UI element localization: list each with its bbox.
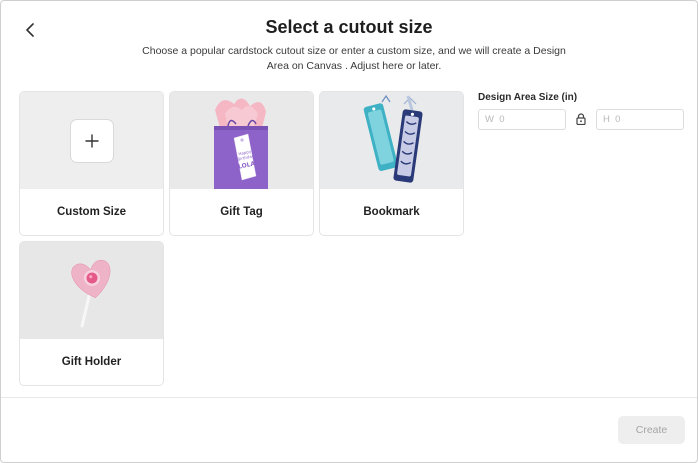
gift-tag-image: Happy Birthday LOLA bbox=[170, 92, 313, 189]
card-label: Gift Tag bbox=[220, 206, 263, 218]
dialog-subtitle: Choose a popular cardstock cutout size o… bbox=[142, 45, 566, 72]
lock-icon bbox=[576, 113, 586, 125]
card-gift-tag[interactable]: Happy Birthday LOLA Gift Tag bbox=[169, 91, 314, 236]
width-input[interactable] bbox=[478, 109, 566, 130]
card-gift-holder[interactable]: Gift Holder bbox=[19, 241, 164, 386]
gift-holder-image bbox=[20, 242, 163, 339]
plus-button-box bbox=[70, 119, 114, 163]
card-custom-size[interactable]: Custom Size bbox=[19, 91, 164, 236]
bookmark-image bbox=[320, 92, 463, 189]
card-label: Custom Size bbox=[56, 206, 126, 218]
card-label: Gift Holder bbox=[61, 356, 122, 368]
create-button[interactable]: Create bbox=[618, 416, 685, 444]
footer-divider bbox=[1, 397, 697, 398]
dialog-title: Select a cutout size bbox=[265, 17, 433, 37]
card-image bbox=[20, 92, 163, 189]
lock-aspect-button[interactable] bbox=[574, 112, 588, 126]
card-label: Bookmark bbox=[363, 206, 420, 218]
height-input[interactable] bbox=[596, 109, 684, 130]
design-area-size-label: Design Area Size (in) bbox=[478, 92, 578, 103]
card-bookmark[interactable]: Bookmark bbox=[319, 91, 464, 236]
cutout-size-dialog: Select a cutout size Choose a popular ca… bbox=[0, 0, 698, 463]
plus-icon bbox=[85, 134, 99, 148]
